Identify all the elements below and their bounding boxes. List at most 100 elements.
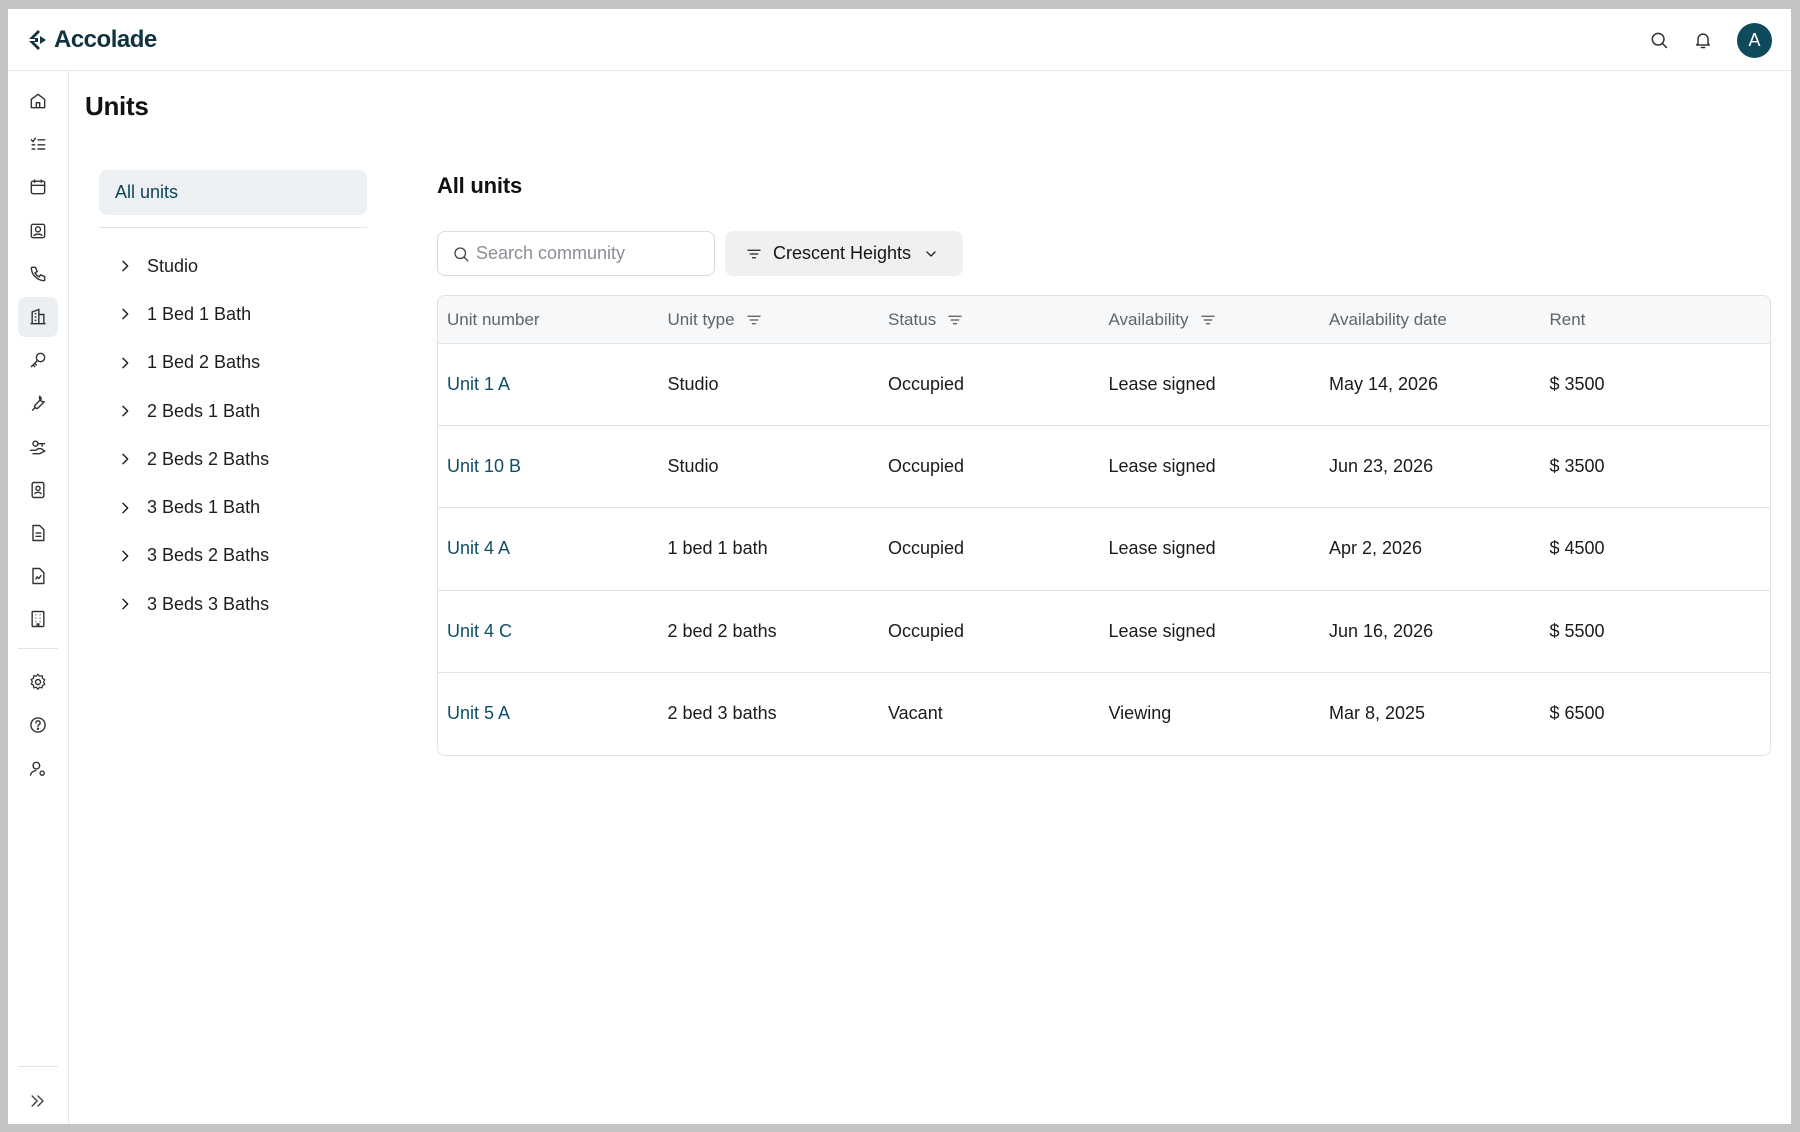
app-window: Accolade A Units All units Studio 1 Bed … [8,9,1791,1124]
bell-icon[interactable] [1685,22,1721,58]
column-header-label: Availability date [1329,309,1447,329]
profile-card-icon[interactable] [18,470,58,510]
tree-item[interactable]: 3 Beds 2 Baths [99,532,367,580]
availability-cell: Lease signed [1108,374,1216,395]
building-icon[interactable] [18,297,58,337]
rent-cell: $ 3500 [1549,374,1605,395]
expand-icon[interactable] [18,1081,58,1121]
table-row[interactable]: Unit 4 A1 bed 1 bath Occupied Lease signed… [438,508,1770,591]
chevron-down-icon [926,250,936,257]
tree-item[interactable]: 2 Beds 2 Baths [99,435,367,483]
unit-number-link[interactable]: Unit 1 A [447,374,668,395]
column-header-label: Availability [1108,309,1189,329]
rail-divider-bottom [18,1066,58,1067]
tree-item-label: 2 Beds 2 Baths [147,448,270,469]
tree-item-label: 1 Bed 1 Bath [147,303,252,324]
nav-rail [8,71,69,1124]
apartment-icon[interactable] [18,599,58,639]
filter-icon[interactable] [946,311,964,329]
column-header: Status [888,310,1109,330]
search-input[interactable] [476,243,696,264]
brand-logo[interactable]: Accolade [26,26,157,54]
settings-icon[interactable] [18,662,58,702]
avatar[interactable]: A [1737,22,1772,58]
filter-icon[interactable] [745,311,763,329]
tree-item-all-units[interactable]: All units [99,170,367,215]
availability-date-cell: Apr 2, 2026 [1329,538,1423,559]
tree-item[interactable]: 3 Beds 3 Baths [99,580,367,628]
unit-number-link[interactable]: Unit 4 A [447,538,668,559]
user-settings-icon[interactable] [18,749,58,789]
section-title: All units [437,173,522,198]
help-icon[interactable] [18,705,58,745]
tree-item[interactable]: Studio [99,242,367,290]
tree-item[interactable]: 1 Bed 1 Bath [99,290,367,338]
hand-key-icon[interactable] [18,427,58,467]
rent-cell: $ 4500 [1549,538,1605,559]
chevron-right-icon [122,453,129,465]
tree-item[interactable]: 3 Beds 1 Bath [99,483,367,531]
availability-cell: Lease signed [1108,538,1216,559]
wrench-icon[interactable] [18,383,58,423]
rent-cell: $ 3500 [1549,456,1605,477]
table-row[interactable]: Unit 4 C2 bed 2 baths Occupied Lease signe… [438,591,1770,673]
unit-number-link[interactable]: Unit 5 A [447,703,668,724]
tree-item[interactable]: 2 Beds 1 Bath [99,387,367,435]
community-filter-label: Crescent Heights [773,243,912,263]
report-icon[interactable] [18,556,58,596]
column-header: Unit type [668,310,889,330]
chevron-right-icon [122,260,129,272]
tree-item-label: 3 Beds 1 Bath [147,497,261,518]
unit-type-tree: All units Studio 1 Bed 1 Bath 1 Bed 2 Bath… [99,170,367,628]
accolade-logo-icon [29,30,46,50]
unit-number-link[interactable]: Unit 4 C [447,621,668,642]
tree-item-label: 3 Beds 3 Baths [147,593,270,614]
filter-icon [747,249,761,258]
unit-type-cell: 2 bed 2 baths [667,620,777,641]
rent-cell: $ 5500 [1549,620,1605,641]
tasks-icon[interactable] [18,124,58,164]
chevron-right-icon [122,357,129,369]
search-field[interactable] [437,231,715,276]
status-cell: Occupied [888,374,965,395]
column-header: Unit number [447,310,668,330]
column-header-label: Unit number [447,309,540,329]
availability-date-cell: Mar 8, 2025 [1329,703,1426,724]
phone-icon[interactable] [18,254,58,294]
unit-number-link[interactable]: Unit 10 B [447,456,668,477]
column-header-label: Status [888,309,937,329]
top-bar: Accolade A [8,9,1791,71]
tree-item-label: Studio [147,255,199,276]
document-icon[interactable] [18,513,58,553]
column-header-label: Rent [1549,309,1586,329]
page-title: Units [85,91,149,121]
filter-icon[interactable] [1199,311,1217,329]
column-header: Rent [1550,310,1771,330]
brand-name: Accolade [54,26,157,53]
unit-type-cell: 2 bed 3 baths [667,703,777,724]
column-header-label: Unit type [667,309,735,329]
table-row[interactable]: Unit 5 A2 bed 3 baths Vacant Viewing Mar 8,… [438,673,1770,755]
chevron-right-icon [122,598,129,610]
key-icon[interactable] [18,340,58,380]
tree-divider [99,227,367,228]
home-icon[interactable] [18,81,58,121]
community-filter-button[interactable]: Crescent Heights [725,231,963,276]
table-row[interactable]: Unit 1 A Studio Occupied Lease signed May 14… [438,344,1770,427]
contacts-icon[interactable] [18,211,58,251]
calendar-icon[interactable] [18,167,58,207]
status-cell: Occupied [888,538,965,559]
availability-cell: Lease signed [1108,456,1216,477]
search-icon[interactable] [1641,22,1677,58]
tree-item-label: 2 Beds 1 Bath [147,400,261,421]
status-cell: Occupied [888,456,965,477]
availability-date-cell: May 14, 2026 [1329,374,1439,395]
units-table: Unit number Unit type Status Availability Av… [437,295,1771,756]
search-icon [454,246,469,261]
tree-item-label: 1 Bed 2 Baths [147,352,261,373]
availability-date-cell: Jun 16, 2026 [1329,620,1434,641]
table-row[interactable]: Unit 10 B Studio Occupied Lease signed Jun 2… [438,426,1770,509]
tree-item[interactable]: 1 Bed 2 Baths [99,339,367,387]
rent-cell: $ 6500 [1549,703,1605,724]
availability-cell: Viewing [1108,703,1172,724]
